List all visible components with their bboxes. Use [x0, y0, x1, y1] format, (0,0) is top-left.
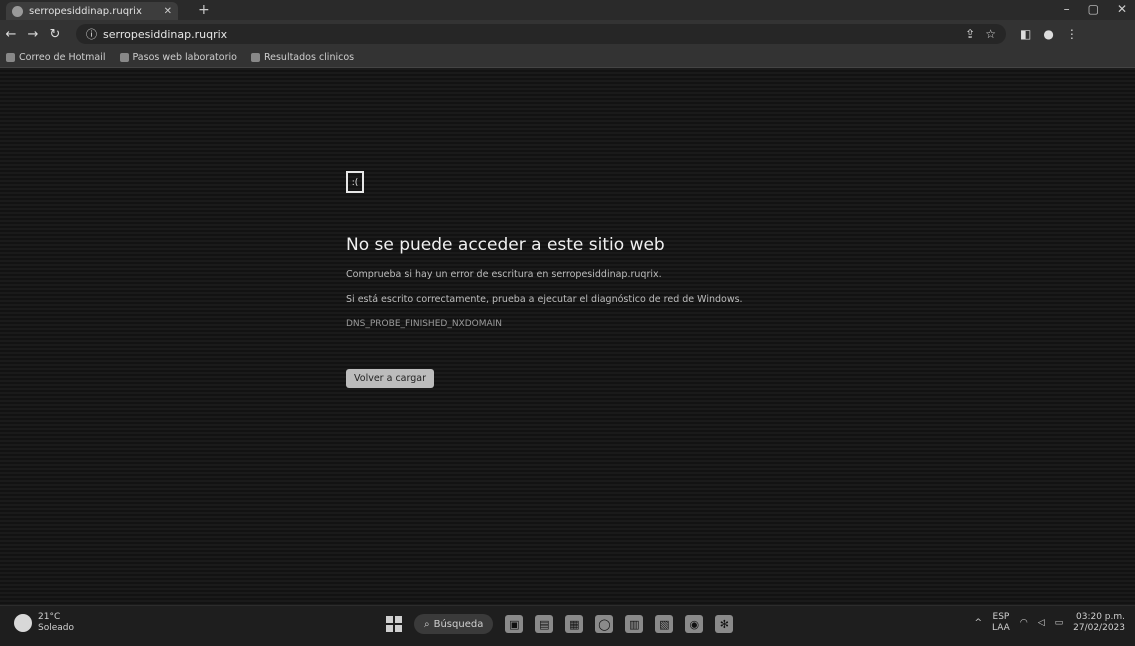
start-icon[interactable]: [386, 616, 402, 632]
chrome-app-icon[interactable]: ◉: [685, 615, 704, 633]
share-icon[interactable]: ⇪: [965, 27, 975, 41]
error-line-1: Comprueba si hay un error de escritura e…: [346, 269, 662, 280]
screen: serropesiddinap.ruqrix ✕ + – ▢ ✕ ← → ↻ ⓘ…: [0, 0, 1135, 646]
url-text: serropesiddinap.ruqrix: [103, 27, 228, 41]
window-controls: – ▢ ✕: [1064, 2, 1127, 16]
weather-widget[interactable]: 21°C Soleado: [14, 612, 74, 634]
bookmark-icon: [250, 53, 260, 62]
battery-icon[interactable]: ▭: [1055, 618, 1064, 628]
store-icon[interactable]: ▦: [565, 615, 584, 633]
tray-overflow-icon[interactable]: ^: [974, 618, 982, 628]
weather-desc: Soleado: [38, 623, 74, 633]
language-indicator[interactable]: ESP LAA: [992, 612, 1010, 634]
clock-time: 03:20 p.m.: [1076, 612, 1125, 622]
clock[interactable]: 03:20 p.m. 27/02/2023: [1073, 612, 1125, 634]
maximize-icon[interactable]: ▢: [1088, 2, 1099, 16]
weather-temp: 21°C: [38, 612, 61, 622]
bookmark-icon: [6, 53, 15, 62]
new-tab-button[interactable]: +: [198, 2, 210, 18]
browser-toolbar: ← → ↻ ⓘ serropesiddinap.ruqrix ⇪ ☆ ◧ ● ⋮: [0, 20, 1135, 48]
browser-app-icon[interactable]: ◯: [595, 615, 614, 633]
tab-strip: serropesiddinap.ruqrix ✕ + – ▢ ✕: [0, 0, 1135, 20]
bookmark-item[interactable]: Pasos web laboratorio: [119, 52, 237, 63]
language-code: ESP: [992, 612, 1010, 622]
tab-title: serropesiddinap.ruqrix: [29, 5, 142, 17]
bookmark-label: Correo de Hotmail: [19, 52, 106, 63]
taskbar-search[interactable]: ⌕ Búsqueda: [414, 614, 494, 634]
sidebar-icon[interactable]: ◧: [1020, 27, 1031, 41]
calendar-app-icon[interactable]: ▥: [625, 615, 644, 633]
browser-tab[interactable]: serropesiddinap.ruqrix ✕: [6, 2, 178, 20]
bookmark-label: Resultados clinicos: [263, 52, 355, 63]
minimize-icon[interactable]: –: [1064, 2, 1070, 16]
system-tray: ^ ESP LAA ◠ ◁ ▭ 03:20 p.m. 27/02/2023: [974, 612, 1125, 634]
bookmark-label: Pasos web laboratorio: [132, 52, 237, 63]
forward-icon[interactable]: →: [22, 27, 44, 42]
reload-button[interactable]: Volver a cargar: [346, 369, 434, 388]
keyboard-layout: LAA: [992, 623, 1010, 633]
error-panel: :( No se puede acceder a este sitio web …: [346, 171, 806, 388]
page-content: :( No se puede acceder a este sitio web …: [0, 69, 1135, 605]
sad-file-icon: :(: [346, 171, 364, 193]
sun-icon: [14, 614, 32, 632]
photos-app-icon[interactable]: ▧: [655, 615, 674, 633]
site-info-icon[interactable]: ⓘ: [86, 26, 97, 42]
close-window-icon[interactable]: ✕: [1117, 2, 1127, 16]
search-icon: ⌕: [424, 618, 430, 630]
address-bar[interactable]: ⓘ serropesiddinap.ruqrix ⇪ ☆: [76, 24, 1006, 44]
bookmark-star-icon[interactable]: ☆: [985, 27, 996, 41]
error-title: No se puede acceder a este sitio web: [346, 235, 665, 255]
bookmark-item[interactable]: Correo de Hotmail: [6, 52, 106, 63]
bookmark-item[interactable]: Resultados clinicos: [250, 52, 355, 63]
error-line-2: Si está escrito correctamente, prueba a …: [346, 294, 743, 305]
error-code: DNS_PROBE_FINISHED_NXDOMAIN: [346, 319, 503, 329]
reload-icon[interactable]: ↻: [44, 27, 66, 42]
taskbar-apps: ⌕ Búsqueda ▣ ▤ ▦ ◯ ▥ ▧ ◉ ✻: [386, 614, 734, 634]
wifi-icon[interactable]: ◠: [1020, 618, 1028, 628]
close-tab-icon[interactable]: ✕: [164, 6, 172, 17]
back-icon[interactable]: ←: [0, 27, 22, 42]
task-view-icon[interactable]: ▣: [505, 615, 524, 633]
settings-app-icon[interactable]: ✻: [715, 615, 734, 633]
bookmark-icon: [119, 53, 129, 62]
site-favicon-icon: [12, 5, 23, 17]
file-explorer-icon[interactable]: ▤: [535, 615, 554, 633]
taskbar: 21°C Soleado ⌕ Búsqueda ▣ ▤ ▦ ◯ ▥ ▧ ◉ ✻ …: [0, 605, 1135, 646]
profile-icon[interactable]: ●: [1043, 27, 1053, 41]
clock-date: 27/02/2023: [1073, 623, 1125, 633]
menu-icon[interactable]: ⋮: [1066, 27, 1078, 41]
bookmarks-bar: Correo de Hotmail Pasos web laboratorio …: [0, 48, 1135, 68]
search-label: Búsqueda: [433, 618, 484, 630]
volume-icon[interactable]: ◁: [1038, 618, 1045, 628]
